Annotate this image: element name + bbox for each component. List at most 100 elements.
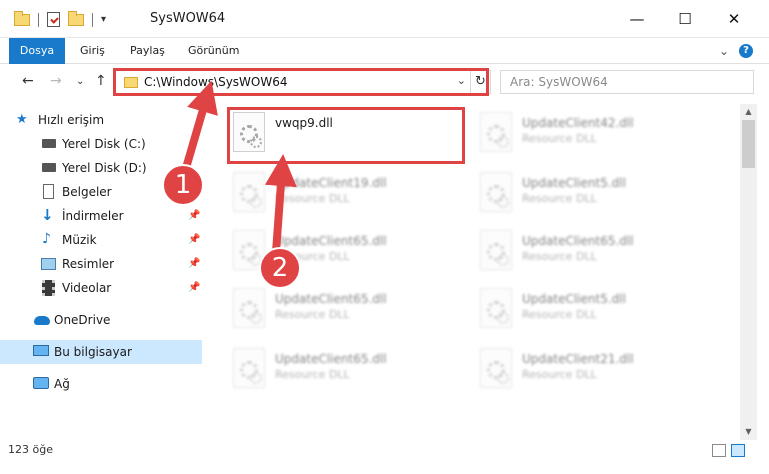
documents-icon bbox=[43, 184, 54, 199]
status-bar: 123 öğe bbox=[0, 440, 769, 462]
sidebar-item-label: Bu bilgisayar bbox=[54, 345, 132, 359]
file-type: Resource DLL bbox=[522, 308, 597, 321]
sidebar-item-onedrive[interactable]: OneDrive bbox=[0, 308, 202, 332]
search-placeholder: Ara: SysWOW64 bbox=[510, 75, 608, 89]
file-type: Resource DLL bbox=[522, 132, 597, 145]
cloud-icon bbox=[34, 316, 50, 325]
scroll-thumb[interactable] bbox=[742, 120, 755, 168]
details-view-icon[interactable] bbox=[712, 444, 726, 457]
sidebar-item-quick-access[interactable]: ★ Hızlı erişim bbox=[0, 108, 202, 132]
separator bbox=[38, 12, 39, 27]
quick-access-toolbar: ▾ bbox=[14, 10, 106, 27]
file-type: Resource DLL bbox=[275, 192, 350, 205]
separator bbox=[92, 12, 93, 27]
back-button[interactable]: ← bbox=[22, 73, 34, 89]
item-count: 123 öğe bbox=[8, 443, 53, 456]
customize-qat-chevron-icon[interactable]: ▾ bbox=[101, 14, 106, 25]
sidebar-item-label: Müzik bbox=[62, 233, 97, 247]
properties-icon[interactable] bbox=[47, 12, 60, 27]
maximize-button[interactable]: ☐ bbox=[662, 4, 708, 34]
forward-button[interactable]: → bbox=[50, 73, 62, 89]
ribbon-controls: ⌄ ? bbox=[719, 44, 753, 58]
network-icon bbox=[33, 377, 49, 389]
scroll-down-icon[interactable]: ▼ bbox=[740, 424, 757, 440]
computer-icon bbox=[33, 345, 49, 356]
vertical-scrollbar[interactable]: ▲ ▼ bbox=[740, 104, 757, 440]
search-input[interactable]: Ara: SysWOW64 bbox=[500, 70, 754, 94]
large-icons-view-icon[interactable] bbox=[731, 444, 745, 457]
step-2-badge: 2 bbox=[259, 247, 301, 289]
file-name: UpdateClient5.dll bbox=[522, 176, 626, 190]
sidebar-item-drive-c[interactable]: Yerel Disk (C:) bbox=[0, 132, 202, 156]
minimize-button[interactable]: — bbox=[614, 4, 660, 34]
download-icon: ↓ bbox=[41, 206, 54, 224]
star-icon: ★ bbox=[16, 112, 28, 127]
file-item[interactable]: UpdateClient21.dll Resource DLL bbox=[480, 348, 715, 404]
pictures-icon bbox=[41, 258, 56, 270]
recent-locations-chevron-icon[interactable]: ⌄ bbox=[76, 76, 84, 87]
sidebar-item-this-pc[interactable]: Bu bilgisayar bbox=[0, 340, 202, 364]
tab-home[interactable]: Giriş bbox=[68, 38, 117, 64]
file-item[interactable]: UpdateClient5.dll Resource DLL bbox=[480, 288, 715, 344]
scroll-up-icon[interactable]: ▲ bbox=[740, 104, 757, 120]
file-type: Resource DLL bbox=[275, 308, 350, 321]
pin-icon[interactable]: 📌 bbox=[188, 282, 200, 293]
file-highlight-box bbox=[227, 107, 465, 164]
window-title: SysWOW64 bbox=[150, 11, 226, 26]
file-item[interactable]: UpdateClient5.dll Resource DLL bbox=[480, 172, 715, 228]
sidebar-item-label: Hızlı erişim bbox=[38, 113, 105, 127]
sidebar-item-network[interactable]: Ağ bbox=[0, 372, 202, 396]
dll-file-icon bbox=[480, 348, 512, 388]
help-icon[interactable]: ? bbox=[739, 44, 753, 58]
dll-file-icon bbox=[233, 348, 265, 388]
file-item[interactable]: UpdateClient65.dll Resource DLL bbox=[233, 288, 468, 344]
navigation-pane: ★ Hızlı erişim Yerel Disk (C:) Yerel Dis… bbox=[0, 104, 205, 440]
file-name: UpdateClient19.dll bbox=[275, 176, 387, 190]
file-type: Resource DLL bbox=[522, 368, 597, 381]
file-name: UpdateClient5.dll bbox=[522, 292, 626, 306]
dll-file-icon bbox=[480, 230, 512, 270]
pin-icon[interactable]: 📌 bbox=[188, 258, 200, 269]
file-name: UpdateClient65.dll bbox=[275, 352, 387, 366]
drive-icon bbox=[42, 163, 56, 172]
file-type: Resource DLL bbox=[522, 192, 597, 205]
file-name: UpdateClient65.dll bbox=[275, 234, 387, 248]
step-1-badge: 1 bbox=[162, 164, 204, 206]
dll-file-icon bbox=[233, 172, 265, 212]
sidebar-item-label: Resimler bbox=[62, 257, 115, 271]
pin-icon[interactable]: 📌 bbox=[188, 234, 200, 245]
sidebar-item-videos[interactable]: Videolar 📌 bbox=[0, 276, 202, 300]
file-name: UpdateClient21.dll bbox=[522, 352, 634, 366]
tab-file[interactable]: Dosya bbox=[9, 38, 65, 64]
dll-file-icon bbox=[480, 172, 512, 212]
expand-ribbon-chevron-icon[interactable]: ⌄ bbox=[719, 44, 729, 58]
ribbon-tabs: Dosya Giriş Paylaş Görünüm ⌄ ? bbox=[0, 38, 769, 64]
sidebar-item-music[interactable]: ♪ Müzik 📌 bbox=[0, 228, 202, 252]
sidebar-item-label: Videolar bbox=[62, 281, 112, 295]
title-bar: ▾ SysWOW64 — ☐ ✕ bbox=[0, 0, 769, 38]
up-button[interactable]: ↑ bbox=[95, 73, 107, 89]
sidebar-item-downloads[interactable]: ↓ İndirmeler 📌 bbox=[0, 204, 202, 228]
sidebar-item-label: Yerel Disk (D:) bbox=[62, 161, 147, 175]
sidebar-item-label: Ağ bbox=[54, 377, 70, 391]
sidebar-item-label: Yerel Disk (C:) bbox=[62, 137, 146, 151]
file-type: Resource DLL bbox=[522, 250, 597, 263]
address-highlight-box bbox=[113, 68, 489, 96]
drive-icon bbox=[42, 139, 56, 148]
file-item[interactable]: UpdateClient19.dll Resource DLL bbox=[233, 172, 468, 228]
file-item[interactable]: UpdateClient42.dll Resource DLL bbox=[480, 112, 715, 168]
sidebar-item-pictures[interactable]: Resimler 📌 bbox=[0, 252, 202, 276]
tab-share[interactable]: Paylaş bbox=[118, 38, 177, 64]
new-folder-icon[interactable] bbox=[68, 10, 84, 26]
close-button[interactable]: ✕ bbox=[711, 4, 757, 34]
pin-icon[interactable]: 📌 bbox=[188, 210, 200, 221]
sidebar-item-label: Belgeler bbox=[62, 185, 112, 199]
file-item[interactable]: UpdateClient65.dll Resource DLL bbox=[233, 348, 468, 404]
tab-view[interactable]: Görünüm bbox=[176, 38, 251, 64]
dll-file-icon bbox=[480, 288, 512, 328]
video-icon bbox=[42, 280, 55, 296]
file-type: Resource DLL bbox=[275, 368, 350, 381]
file-item[interactable]: UpdateClient65.dll Resource DLL bbox=[480, 230, 715, 286]
file-name: UpdateClient65.dll bbox=[522, 234, 634, 248]
window-bottom-edge bbox=[0, 462, 769, 474]
